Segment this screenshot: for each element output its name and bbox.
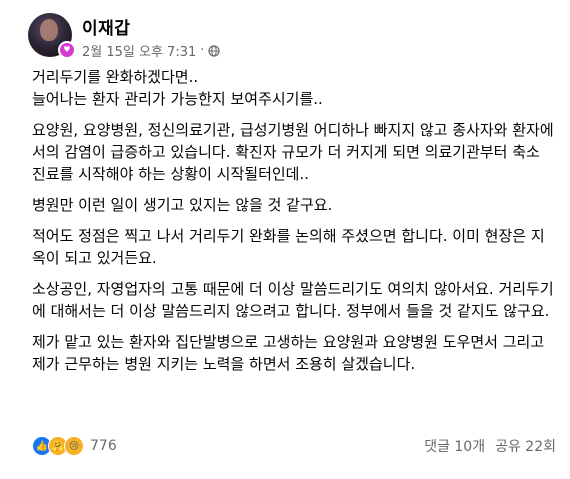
engagement-stats: 댓글 10개 공유 22회 [424, 436, 556, 456]
post-paragraph: 병원만 이런 일이 생기고 있지는 않을 것 같구요. [32, 196, 333, 214]
reaction-icons: 👍 🤗 😢 [32, 436, 84, 456]
globe-icon[interactable] [208, 44, 220, 57]
post-paragraph: 요양원, 요양병원, 정신의료기관, 급성기병원 어디하나 빠지지 않고 종사자… [32, 121, 554, 183]
comments-count-link[interactable]: 댓글 10개 [424, 436, 485, 456]
post-paragraph: 적어도 정점은 찍고 나서 거리두기 완화를 논의해 주셨으면 합니다. 이미 … [32, 227, 545, 267]
post-paragraph: 소상공인, 자영업자의 고통 때문에 더 이상 말씀드리기도 여의치 않아서요.… [32, 280, 554, 320]
post-timestamp[interactable]: 2월 15일 오후 7:31 [82, 41, 196, 60]
meta-separator: · [200, 43, 205, 58]
post-paragraph: 제가 맡고 있는 환자와 집단발병으로 고생하는 요양원과 요양병원 도우면서 … [32, 333, 545, 373]
story-badge-icon: ♥ [58, 41, 76, 59]
reaction-count[interactable]: 776 [90, 438, 117, 454]
post-body: 거리두기를 완화하겠다면.. 늘어나는 환자 관리가 가능한지 보여주시기를..… [32, 66, 556, 384]
post-paragraph: 거리두기를 완화하겠다면.. 늘어나는 환자 관리가 가능한지 보여주시기를.. [32, 68, 323, 108]
sad-icon: 😢 [64, 436, 84, 456]
author-name[interactable]: 이재갑 [82, 14, 130, 39]
reactions-summary[interactable]: 👍 🤗 😢 776 [32, 436, 117, 456]
post-meta: 2월 15일 오후 7:31 · [82, 41, 220, 60]
shares-count-link[interactable]: 공유 22회 [495, 436, 556, 456]
facebook-post: ♥ 이재갑 2월 15일 오후 7:31 · 거리두기를 완화하겠다면.. 늘어… [0, 0, 570, 479]
post-footer: 👍 🤗 😢 776 댓글 10개 공유 22회 [32, 434, 556, 458]
